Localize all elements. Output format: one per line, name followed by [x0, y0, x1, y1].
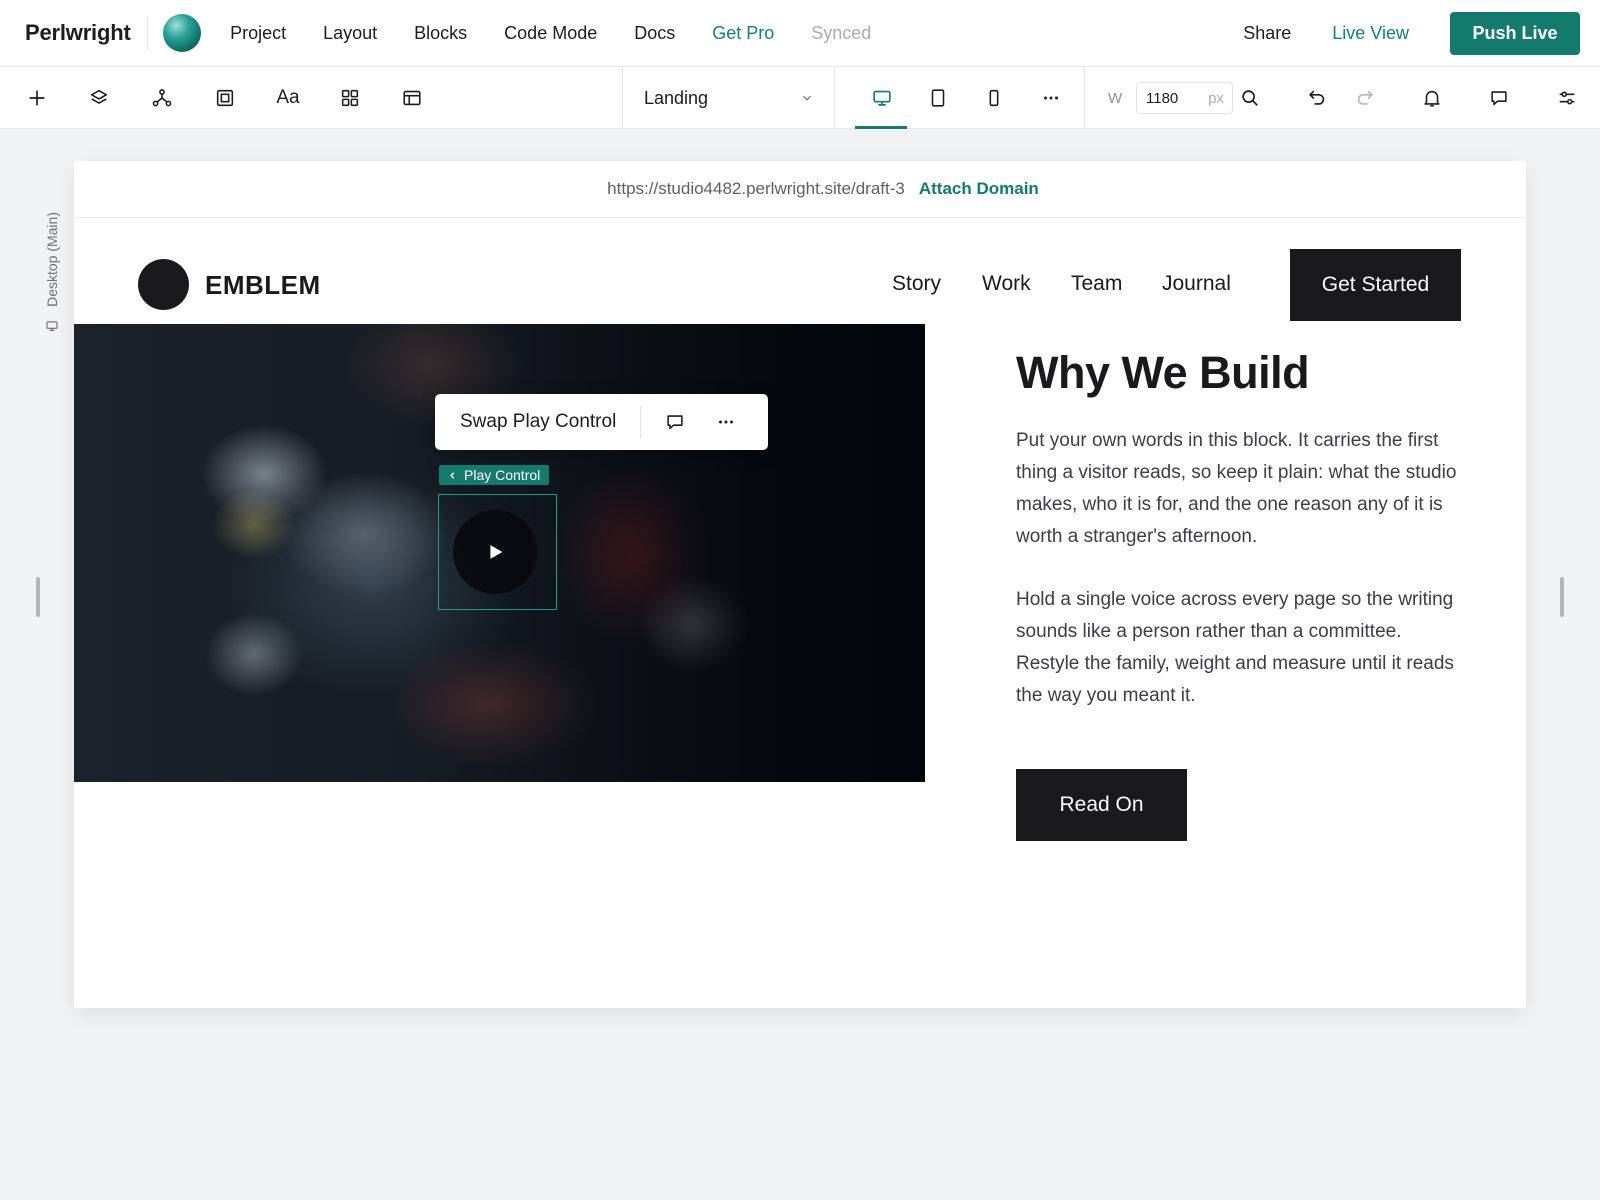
settings-sliders-icon[interactable]: [1545, 67, 1589, 129]
toolbar-divider: [622, 67, 623, 129]
live-view-button[interactable]: Live View: [1332, 23, 1409, 44]
comment-icon[interactable]: [1477, 67, 1521, 129]
play-button[interactable]: [453, 510, 537, 594]
add-icon[interactable]: [15, 67, 59, 129]
read-on-button[interactable]: Read On: [1016, 769, 1187, 841]
left-resize-handle[interactable]: [36, 577, 40, 617]
top-actions: Share Live View Push Live: [1243, 0, 1600, 67]
selection-toolbar: Swap Play Control: [435, 394, 768, 450]
site-nav-story[interactable]: Story: [892, 272, 941, 296]
selection-tag[interactable]: Play Control: [439, 465, 550, 485]
desktop-small-icon: [46, 321, 58, 331]
width-label: W: [1108, 89, 1123, 107]
swap-play-control-button[interactable]: Swap Play Control: [460, 411, 616, 433]
main-menu: Project Layout Blocks Code Mode Docs Get…: [212, 23, 890, 44]
app-brand[interactable]: Perlwright: [25, 20, 131, 46]
typography-icon[interactable]: Aa: [266, 67, 310, 129]
components-icon[interactable]: [140, 67, 184, 129]
redo-icon[interactable]: [1343, 67, 1387, 129]
share-button[interactable]: Share: [1243, 23, 1291, 44]
site-nav-team[interactable]: Team: [1071, 272, 1122, 296]
right-resize-handle[interactable]: [1560, 577, 1564, 617]
get-started-button[interactable]: Get Started: [1290, 249, 1461, 321]
paragraph-2[interactable]: Hold a single voice across every page so…: [1016, 584, 1466, 712]
push-live-button[interactable]: Push Live: [1450, 12, 1580, 55]
frame-icon[interactable]: [203, 67, 247, 129]
menu-docs[interactable]: Docs: [616, 23, 694, 44]
template-icon[interactable]: [390, 67, 434, 129]
width-value: 1180: [1146, 89, 1179, 107]
width-unit: px: [1208, 89, 1224, 107]
menu-code-mode[interactable]: Code Mode: [486, 23, 616, 44]
search-icon[interactable]: [1228, 67, 1272, 129]
active-device-indicator: [855, 126, 907, 129]
layers-icon[interactable]: [77, 67, 121, 129]
page-selector[interactable]: Landing: [644, 67, 814, 129]
workspace-orb-icon[interactable]: [162, 14, 201, 52]
url-bar: https://studio4482.perlwright.site/draft…: [74, 161, 1526, 218]
selection-toolbar-divider: [640, 406, 642, 438]
mobile-icon[interactable]: [972, 67, 1016, 129]
chevron-down-icon: [803, 95, 811, 101]
selection-tag-label: Play Control: [464, 467, 541, 483]
grid-icon[interactable]: [328, 67, 372, 129]
site-nav-work[interactable]: Work: [982, 272, 1031, 296]
sync-status: Synced: [811, 22, 872, 43]
toolbar-divider: [834, 67, 835, 129]
site-nav-journal[interactable]: Journal: [1162, 272, 1231, 296]
toolbar-divider: [1084, 67, 1085, 129]
typography-glyph: Aa: [276, 87, 300, 108]
site-name[interactable]: EMBLEM: [205, 270, 321, 301]
site-url[interactable]: https://studio4482.perlwright.site/draft…: [607, 179, 905, 199]
page-selector-value: Landing: [644, 87, 709, 108]
bell-icon[interactable]: [1410, 67, 1454, 129]
menu-project[interactable]: Project: [212, 23, 305, 44]
desktop-icon[interactable]: [860, 67, 904, 129]
page-frame: https://studio4482.perlwright.site/draft…: [74, 161, 1526, 1008]
chevron-left-icon: [450, 471, 455, 479]
play-icon: [490, 545, 503, 559]
tablet-icon[interactable]: [916, 67, 960, 129]
brand-divider: [146, 16, 148, 50]
undo-icon[interactable]: [1295, 67, 1339, 129]
more-icon[interactable]: [1029, 67, 1073, 129]
more-icon[interactable]: [706, 402, 746, 442]
section-heading[interactable]: Why We Build: [1016, 347, 1310, 399]
paragraph-1[interactable]: Put your own words in this block. It car…: [1016, 425, 1466, 553]
comment-icon[interactable]: [655, 402, 695, 442]
breakpoint-label-text: Desktop (Main): [44, 212, 60, 307]
top-bar: Perlwright Project Layout Blocks Code Mo…: [0, 0, 1600, 67]
menu-layout[interactable]: Layout: [305, 23, 396, 44]
editor-toolbar: Aa Landing W 1180 px: [0, 67, 1600, 129]
width-input[interactable]: 1180 px: [1136, 82, 1233, 114]
attach-domain-link[interactable]: Attach Domain: [919, 179, 1039, 199]
site-logo[interactable]: [138, 259, 189, 310]
menu-get-pro[interactable]: Get Pro: [694, 23, 793, 44]
breakpoint-label: Desktop (Main): [36, 212, 68, 348]
menu-blocks[interactable]: Blocks: [396, 23, 486, 44]
